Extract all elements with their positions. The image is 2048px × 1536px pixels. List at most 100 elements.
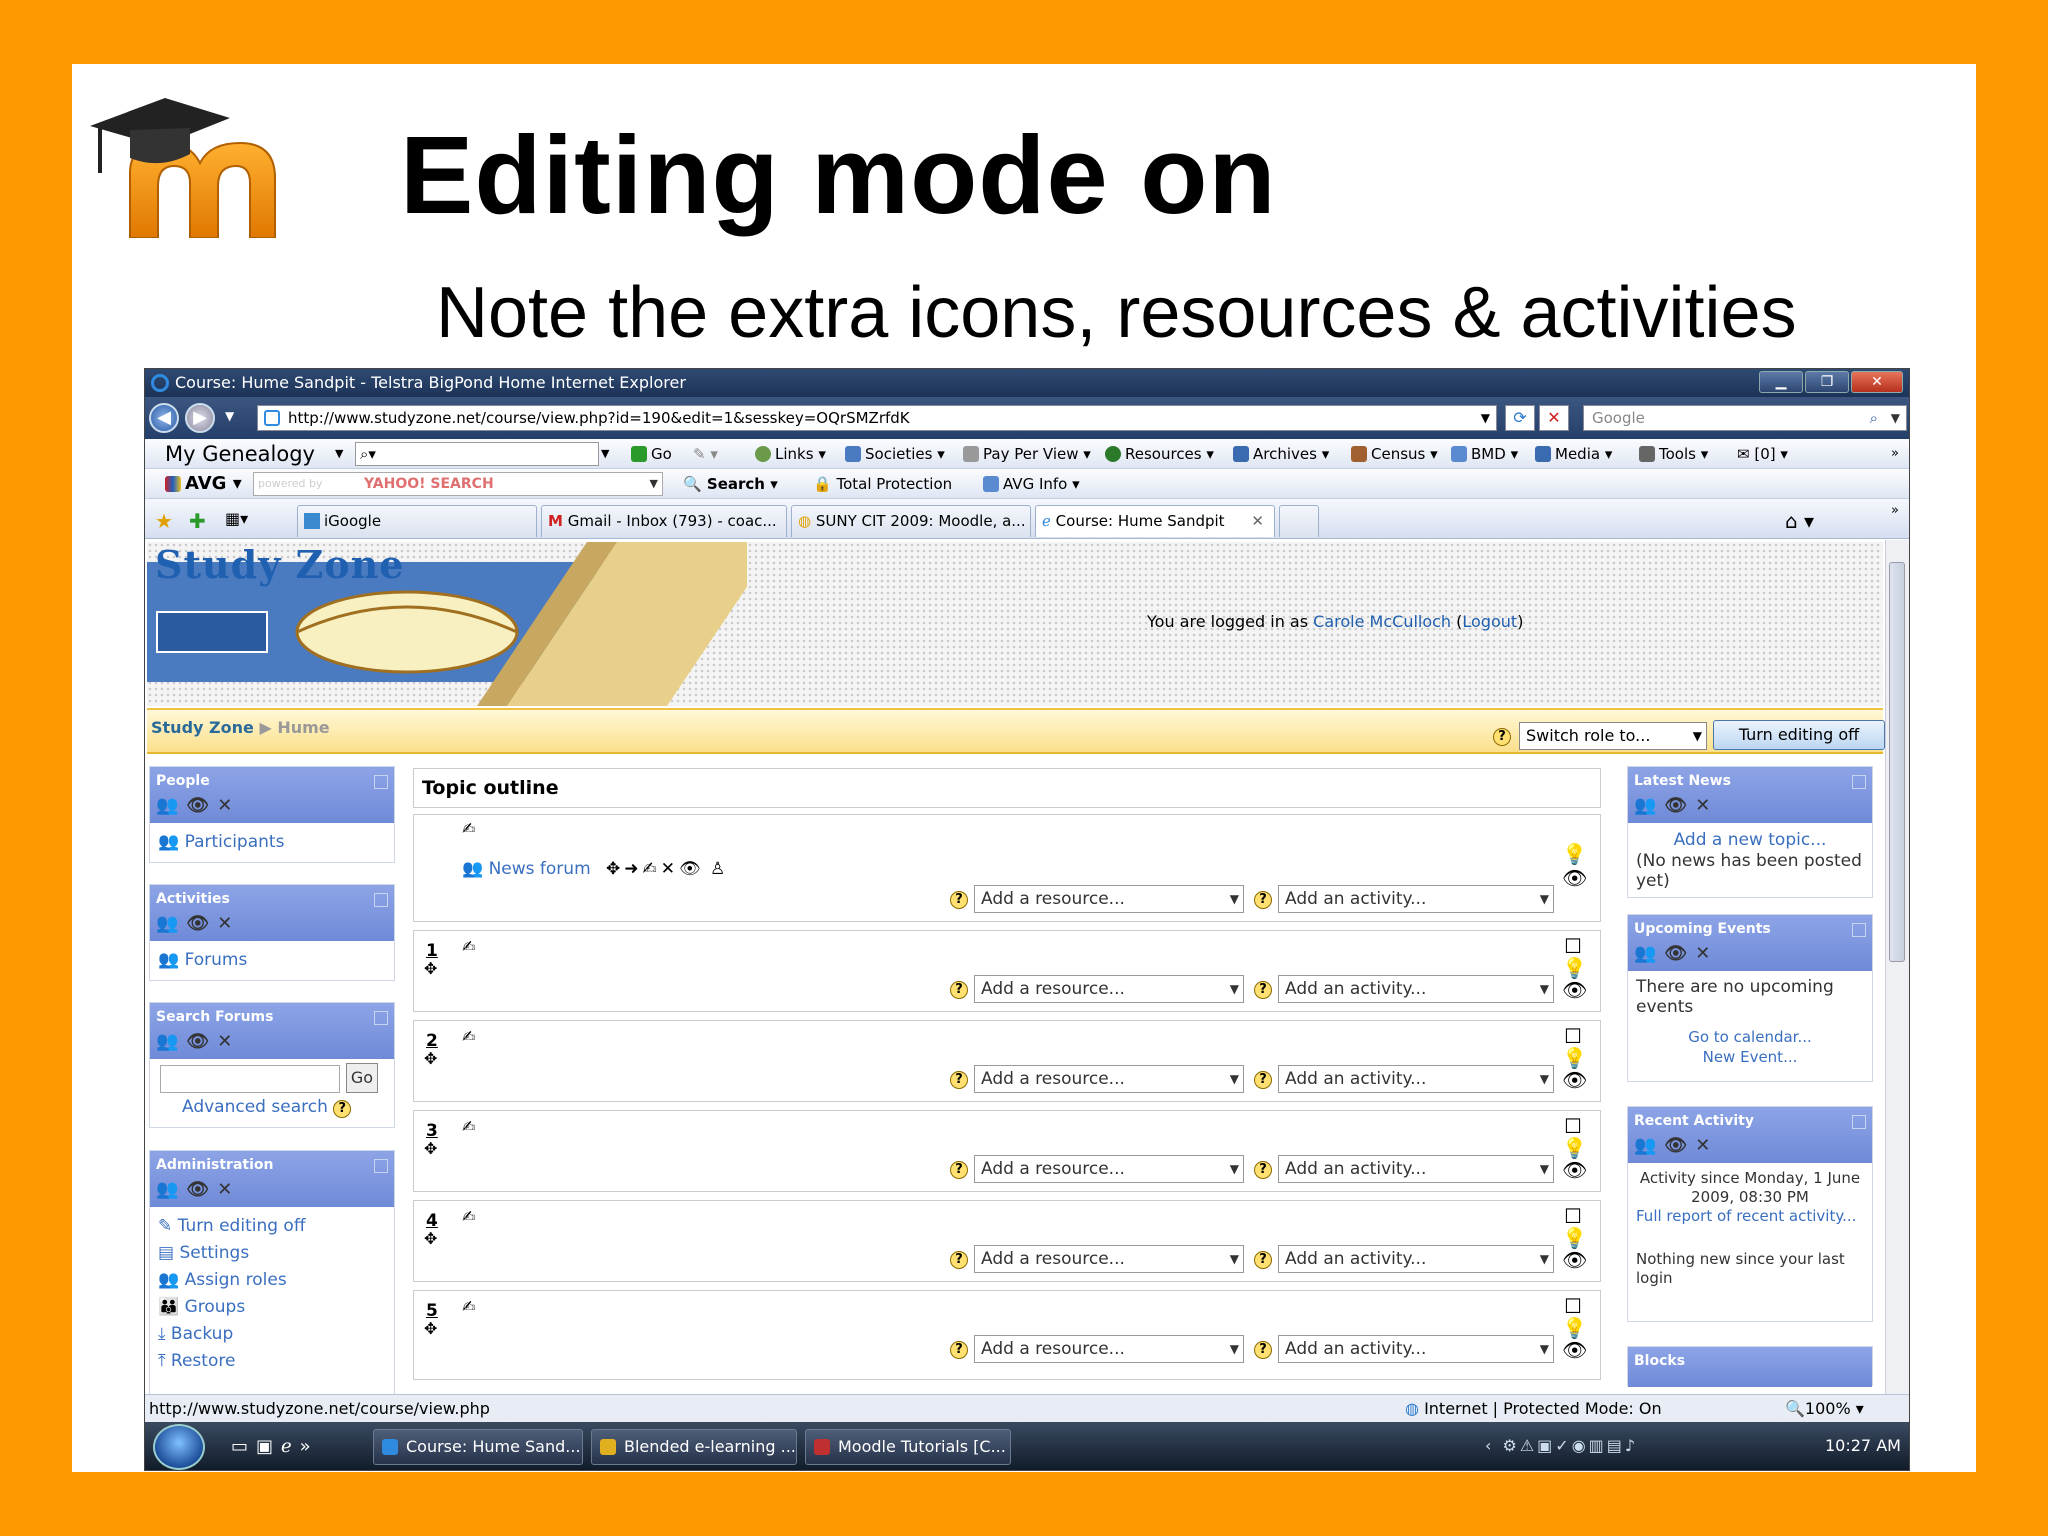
system-tray-icons[interactable]: ‹ ⚙⚠▣✓◉▥▤♪ [1485, 1436, 1638, 1455]
search-button[interactable]: 🔍 Search ▾ [683, 469, 778, 499]
block-edit-icons[interactable]: 👥👁✕ [156, 913, 240, 934]
add-resource-select[interactable]: Add a resource... ▼ [974, 1245, 1244, 1273]
show-eye-icon[interactable]: 👁 [1562, 1159, 1587, 1181]
edit-summary-icon[interactable]: ✍ [462, 1207, 475, 1226]
switch-role-select[interactable]: Switch role to... ▼ [1519, 722, 1707, 750]
help-icon[interactable]: ? [950, 1341, 968, 1359]
add-activity-select[interactable]: Add an activity... ▼ [1278, 885, 1554, 913]
tab-gmail[interactable]: M Gmail - Inbox (793) - coac... [541, 505, 787, 537]
help-icon[interactable]: ? [1254, 981, 1272, 999]
security-zone[interactable]: ◍ Internet | Protected Mode: On [1405, 1395, 1662, 1423]
show-only-checkbox-icon[interactable]: ☐ [1562, 1025, 1584, 1047]
help-icon[interactable]: ? [950, 1251, 968, 1269]
help-icon[interactable]: ? [1254, 1071, 1272, 1089]
add-activity-select[interactable]: Add an activity... ▼ [1278, 975, 1554, 1003]
taskbar-item-moodle-tutorials[interactable]: Moodle Tutorials [C... [805, 1429, 1011, 1465]
refresh-icon[interactable]: ⟳ [1505, 405, 1535, 431]
genealogy-dropdown-icon[interactable]: ▼ [335, 439, 343, 469]
show-eye-icon[interactable]: 👁 [1562, 1249, 1587, 1271]
resources-menu[interactable]: Resources ▾ [1105, 439, 1214, 469]
add-activity-select[interactable]: Add an activity... ▼ [1278, 1155, 1554, 1183]
yahoo-search-input[interactable]: powered by YAHOO! SEARCH ▼ [253, 472, 663, 496]
tab-course[interactable]: ℯ Course: Hume Sandpit ✕ [1035, 505, 1275, 537]
avg-info-menu[interactable]: AVG Info ▾ [983, 469, 1080, 499]
add-resource-select[interactable]: Add a resource... ▼ [974, 885, 1244, 913]
stop-icon[interactable]: ✕ [1539, 405, 1569, 431]
add-activity-select[interactable]: Add an activity... ▼ [1278, 1065, 1554, 1093]
block-hide-box[interactable] [374, 1011, 388, 1025]
help-icon[interactable]: ? [1493, 728, 1511, 746]
add-resource-select[interactable]: Add a resource... ▼ [974, 975, 1244, 1003]
block-edit-icons[interactable]: 👥👁✕ [1634, 1135, 1718, 1156]
show-eye-icon[interactable]: 👁 [1562, 1339, 1587, 1361]
highlight-bulb-icon[interactable]: 💡 [1562, 843, 1587, 865]
help-icon[interactable]: ? [950, 891, 968, 909]
forums-link[interactable]: 👥 Forums [158, 947, 386, 974]
activity-edit-icons[interactable]: ✥➜✍✕👁 [606, 859, 705, 879]
highlight-bulb-icon[interactable]: 💡 [1562, 1137, 1587, 1159]
new-event-link[interactable]: New Event... [1636, 1047, 1864, 1067]
add-favorite-icon[interactable]: ✚ [189, 509, 206, 533]
new-tab-button[interactable] [1279, 505, 1319, 537]
pay-per-view-menu[interactable]: Pay Per View ▾ [963, 439, 1091, 469]
start-button[interactable] [153, 1424, 205, 1470]
forum-search-input[interactable] [160, 1065, 340, 1093]
avg-menu[interactable]: AVG ▾ [165, 469, 242, 499]
societies-menu[interactable]: Societies ▾ [845, 439, 945, 469]
move-icon[interactable]: ✥ [424, 1049, 437, 1068]
favorites-star-icon[interactable]: ★ [155, 509, 173, 533]
turn-editing-off-button[interactable]: Turn editing off [1713, 720, 1885, 750]
tools-menu[interactable]: Tools ▾ [1639, 439, 1708, 469]
url-dropdown-icon[interactable]: ▼ [1481, 406, 1490, 430]
taskbar-item-course[interactable]: Course: Hume Sand... [373, 1429, 583, 1465]
tab-igoogle[interactable]: iGoogle [297, 505, 537, 537]
participants-link[interactable]: 👥 Participants [158, 829, 386, 856]
edit-summary-icon[interactable]: ✍ [462, 1117, 475, 1136]
block-hide-box[interactable] [1852, 1115, 1866, 1129]
show-only-checkbox-icon[interactable]: ☐ [1562, 1205, 1584, 1227]
vertical-scrollbar[interactable] [1885, 540, 1909, 1394]
admin-turn-editing-off-link[interactable]: ✎ Turn editing off [158, 1213, 386, 1240]
back-button[interactable]: ◀ [149, 403, 179, 433]
edit-summary-icon[interactable]: ✍ [462, 937, 475, 956]
home-icon[interactable]: ⌂ ▾ [1785, 509, 1814, 533]
search-dropdown-icon[interactable]: ▼ [1891, 406, 1900, 430]
help-icon[interactable]: ? [1254, 1251, 1272, 1269]
show-only-checkbox-icon[interactable]: ☐ [1562, 1295, 1584, 1317]
advanced-search-link[interactable]: Advanced search ? [182, 1097, 352, 1118]
block-hide-box[interactable] [374, 775, 388, 789]
links-menu[interactable]: Links ▾ [755, 439, 826, 469]
forward-button[interactable]: ▶ [185, 403, 215, 433]
show-only-checkbox-icon[interactable]: ☐ [1562, 1115, 1584, 1137]
zoom-level[interactable]: 🔍100% ▾ [1785, 1395, 1864, 1423]
admin-restore-link[interactable]: ⤒ Restore [158, 1348, 386, 1375]
help-icon[interactable]: ? [1254, 891, 1272, 909]
block-edit-icons[interactable]: 👥👁✕ [1634, 943, 1718, 964]
news-forum-link[interactable]: News forum [489, 859, 591, 879]
scroll-thumb[interactable] [1889, 562, 1905, 962]
help-icon[interactable]: ? [950, 981, 968, 999]
url-field[interactable]: http://www.studyzone.net/course/view.php… [257, 405, 1497, 431]
highlight-bulb-icon[interactable]: 💡 [1562, 1317, 1587, 1339]
logout-link[interactable]: Logout [1462, 612, 1517, 631]
move-icon[interactable]: ✥ [424, 959, 437, 978]
search-dropdown-icon[interactable]: ▼ [601, 439, 609, 469]
show-eye-icon[interactable]: 👁 [1562, 979, 1587, 1001]
media-menu[interactable]: Media ▾ [1535, 439, 1612, 469]
total-protection-button[interactable]: 🔒 Total Protection [813, 469, 952, 499]
block-hide-box[interactable] [374, 893, 388, 907]
block-edit-icons[interactable]: 👥👁✕ [1634, 795, 1718, 816]
block-edit-icons[interactable]: 👥👁✕ [156, 795, 240, 816]
close-tab-icon[interactable]: ✕ [1251, 506, 1264, 536]
show-only-checkbox-icon[interactable]: ☐ [1562, 935, 1584, 957]
move-icon[interactable]: ✥ [424, 1139, 437, 1158]
add-resource-select[interactable]: Add a resource... ▼ [974, 1335, 1244, 1363]
more-icon[interactable]: » [1891, 439, 1899, 469]
edit-summary-icon[interactable]: ✍ [462, 1027, 475, 1046]
help-icon[interactable]: ? [333, 1100, 352, 1118]
user-link[interactable]: Carole McCulloch [1313, 612, 1451, 631]
group-mode-icon[interactable]: ♙ [710, 859, 725, 879]
help-icon[interactable]: ? [1254, 1161, 1272, 1179]
edit-summary-icon[interactable]: ✍ [462, 819, 475, 838]
census-menu[interactable]: Census ▾ [1351, 439, 1438, 469]
